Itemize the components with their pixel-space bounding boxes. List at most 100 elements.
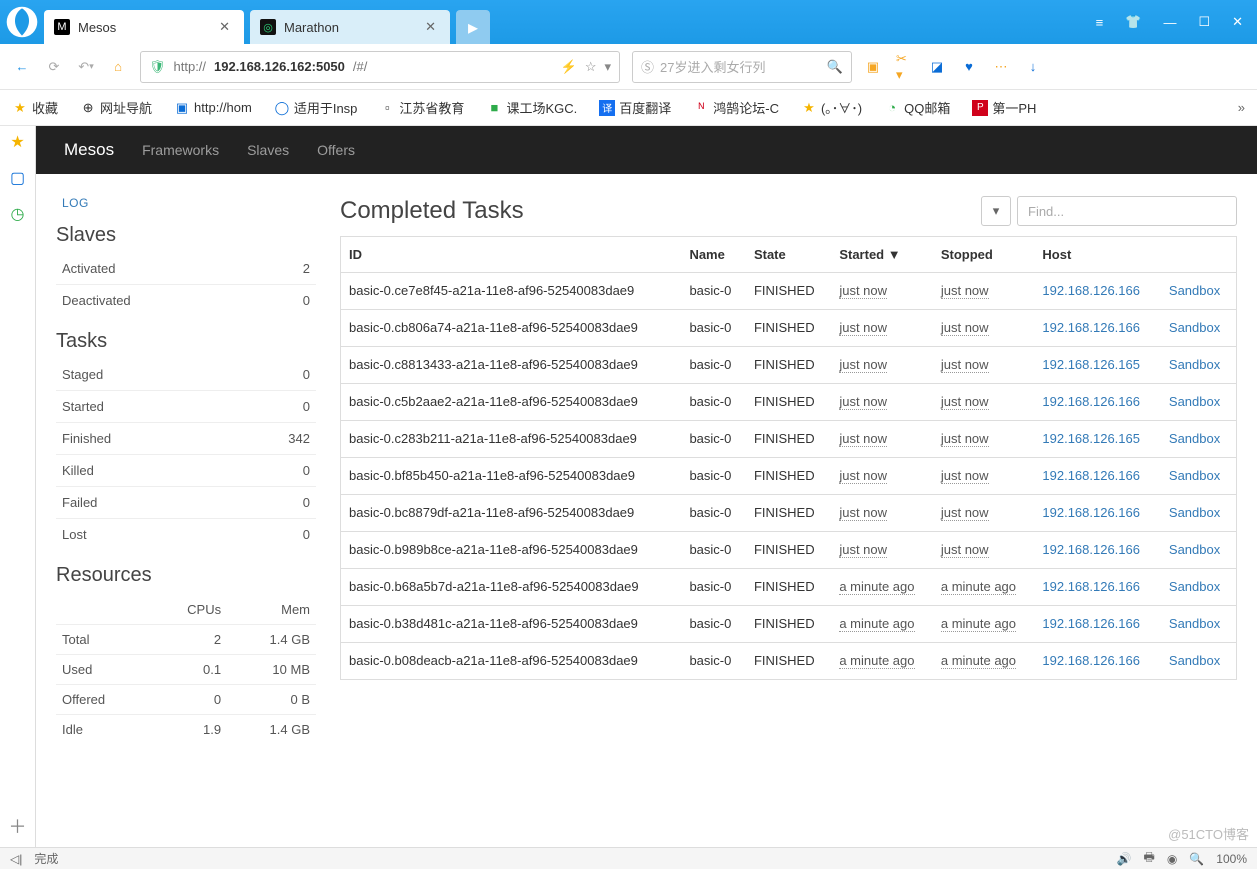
bm-face[interactable]: ★(｡･∀･) [801, 98, 862, 117]
rail-star-icon[interactable]: ★ [10, 132, 24, 152]
watermark: @51CTO博客 [1168, 824, 1249, 843]
task-col-4[interactable]: Stopped [933, 237, 1035, 273]
home-button[interactable]: ⌂ [108, 57, 128, 77]
kv-val: 2 [303, 261, 310, 276]
task-host[interactable]: 192.168.126.165 [1034, 347, 1161, 384]
bm-kgc[interactable]: ■课工场KGC. [486, 98, 577, 117]
menu-icon[interactable]: ≡ [1096, 15, 1104, 30]
tab-close-icon[interactable]: ✕ [425, 19, 436, 35]
search-engine-icon: Ⓢ [641, 57, 654, 76]
task-stopped: a minute ago [933, 606, 1035, 643]
close-window-icon[interactable]: ✕ [1232, 14, 1243, 30]
task-sandbox[interactable]: Sandbox [1161, 643, 1237, 680]
search-icon[interactable]: 🔍 [827, 59, 843, 75]
task-sandbox[interactable]: Sandbox [1161, 569, 1237, 606]
rail-square-icon[interactable]: ▢ [10, 168, 25, 188]
task-host[interactable]: 192.168.126.166 [1034, 606, 1161, 643]
task-sandbox[interactable]: Sandbox [1161, 532, 1237, 569]
task-sandbox[interactable]: Sandbox [1161, 421, 1237, 458]
task-state: FINISHED [746, 643, 831, 680]
bm-baidu-translate[interactable]: 译百度翻译 [599, 98, 671, 117]
task-host[interactable]: 192.168.126.166 [1034, 569, 1161, 606]
res-key: Offered [56, 685, 149, 715]
extension1-icon[interactable]: ▣ [864, 58, 882, 76]
kv-val: 0 [303, 367, 310, 382]
task-host[interactable]: 192.168.126.166 [1034, 384, 1161, 421]
search-input[interactable]: Ⓢ 27岁进入剩女行列 🔍 [632, 51, 852, 83]
lightning-icon[interactable]: ⚡ [561, 59, 577, 75]
bm-jiangsu[interactable]: ▫江苏省教育 [379, 98, 464, 117]
task-col-1[interactable]: Name [681, 237, 746, 273]
clothes-icon[interactable]: 👕 [1125, 14, 1141, 30]
task-sandbox[interactable]: Sandbox [1161, 347, 1237, 384]
task-col-0[interactable]: ID [341, 237, 682, 273]
task-stopped: just now [933, 532, 1035, 569]
task-col-5[interactable]: Host [1034, 237, 1161, 273]
find-input[interactable]: Find... [1017, 196, 1237, 226]
task-sandbox[interactable]: Sandbox [1161, 310, 1237, 347]
bm-qqmail[interactable]: ◔QQ邮箱 [884, 98, 950, 117]
bookmarks-overflow-icon[interactable]: » [1238, 100, 1245, 115]
task-host[interactable]: 192.168.126.166 [1034, 273, 1161, 310]
res-row: Total21.4 GB [56, 625, 316, 655]
kv-val: 0 [303, 495, 310, 510]
task-started: a minute ago [831, 569, 933, 606]
task-sandbox[interactable]: Sandbox [1161, 495, 1237, 532]
status-toggle-icon[interactable]: ◁| [10, 852, 22, 866]
scissors-icon[interactable]: ✂ ▾ [896, 58, 914, 76]
task-host[interactable]: 192.168.126.166 [1034, 643, 1161, 680]
url-input[interactable]: 🛡 http://192.168.126.162:5050/#/ ⚡ ☆ ▾ [140, 51, 620, 83]
maximize-icon[interactable]: ☐ [1198, 14, 1210, 30]
undo-button[interactable]: ↶ ▾ [76, 57, 96, 77]
task-col-3[interactable]: Started ▼ [831, 237, 933, 273]
task-host[interactable]: 192.168.126.166 [1034, 458, 1161, 495]
back-button[interactable]: ← [12, 57, 32, 77]
mesos-brand[interactable]: Mesos [64, 140, 114, 160]
printer-icon[interactable]: 🖶 [1144, 848, 1155, 869]
extension2-icon[interactable]: ◪ [928, 58, 946, 76]
task-sandbox[interactable]: Sandbox [1161, 458, 1237, 495]
bm-home[interactable]: ▣http://hom [174, 100, 252, 116]
dots-icon[interactable]: ⋯ [992, 58, 1010, 76]
bm-firstph[interactable]: P第一PH [972, 98, 1036, 117]
task-id: basic-0.b68a5b7d-a21a-11e8-af96-52540083… [341, 569, 682, 606]
minimize-icon[interactable]: — [1163, 15, 1176, 30]
task-id: basic-0.cb806a74-a21a-11e8-af96-52540083… [341, 310, 682, 347]
nav-slaves[interactable]: Slaves [247, 142, 289, 158]
bm-nav[interactable]: ⊕网址导航 [80, 98, 152, 117]
badge-icon[interactable]: ◉ [1167, 852, 1177, 866]
bookmarks-menu[interactable]: ★收藏 [12, 98, 58, 117]
refresh-button[interactable]: ⟳ [44, 57, 64, 77]
task-host[interactable]: 192.168.126.166 [1034, 310, 1161, 347]
task-sandbox[interactable]: Sandbox [1161, 606, 1237, 643]
new-tab-button[interactable]: ▸ [456, 10, 490, 44]
nav-frameworks[interactable]: Frameworks [142, 142, 219, 158]
download-icon[interactable]: ↓ [1024, 58, 1042, 76]
tab-marathon[interactable]: ◎ Marathon ✕ [250, 10, 450, 44]
task-sandbox[interactable]: Sandbox [1161, 384, 1237, 421]
tab-close-icon[interactable]: ✕ [219, 19, 230, 35]
task-host[interactable]: 192.168.126.165 [1034, 421, 1161, 458]
res-mem: 10 MB [227, 655, 316, 685]
volume-icon[interactable]: 🔊 [1117, 852, 1132, 866]
task-started: just now [831, 421, 933, 458]
task-host[interactable]: 192.168.126.166 [1034, 495, 1161, 532]
star-icon[interactable]: ☆ [585, 59, 597, 75]
task-host[interactable]: 192.168.126.166 [1034, 532, 1161, 569]
dropdown-icon[interactable]: ▾ [604, 59, 611, 75]
filter-button[interactable]: ▾ [981, 196, 1011, 226]
log-link[interactable]: LOG [56, 196, 316, 210]
tab-mesos[interactable]: M Mesos ✕ [44, 10, 244, 44]
rail-add-button[interactable]: ＋ [9, 813, 27, 839]
bm-honghu[interactable]: ᴺ鸿鹄论坛-C [693, 98, 779, 117]
task-col-2[interactable]: State [746, 237, 831, 273]
res-row: Idle1.91.4 GB [56, 715, 316, 745]
rail-clock-icon[interactable]: ◷ [11, 204, 25, 224]
task-sandbox[interactable]: Sandbox [1161, 273, 1237, 310]
zoom-icon[interactable]: 🔍 [1189, 852, 1204, 866]
nav-offers[interactable]: Offers [317, 142, 355, 158]
task-col-6[interactable] [1161, 237, 1237, 273]
shield2-icon[interactable]: ♥ [960, 58, 978, 76]
bm-insp[interactable]: ◯适用于Insp [274, 98, 358, 117]
mesos-nav: Mesos Frameworks Slaves Offers [36, 126, 1257, 174]
